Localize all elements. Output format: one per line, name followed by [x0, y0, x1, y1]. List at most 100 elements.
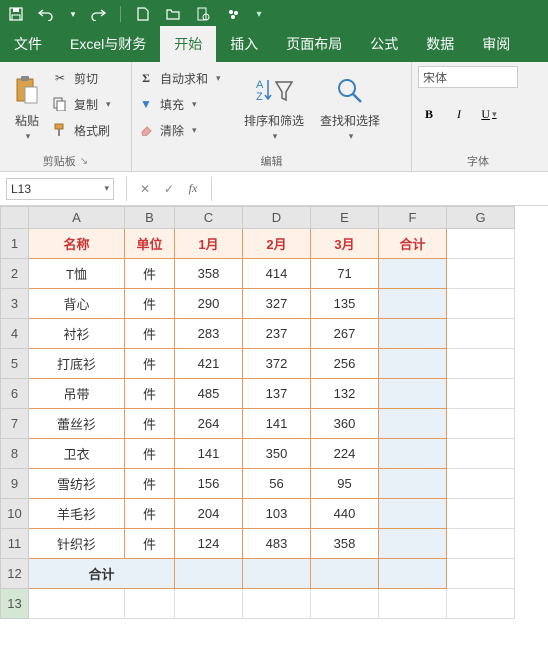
cell[interactable]: 358	[311, 529, 379, 559]
row-header[interactable]: 12	[1, 559, 29, 589]
header-cell[interactable]: 3月	[311, 229, 379, 259]
row-header[interactable]: 4	[1, 319, 29, 349]
cell[interactable]	[447, 259, 515, 289]
addin-icon[interactable]	[225, 6, 241, 22]
cut-button[interactable]: ✂ 剪切	[52, 68, 111, 88]
fx-icon[interactable]: fx	[181, 178, 205, 200]
cell[interactable]: 件	[125, 349, 175, 379]
cell[interactable]	[379, 259, 447, 289]
new-file-icon[interactable]	[135, 6, 151, 22]
italic-button[interactable]: I	[448, 104, 470, 124]
cell[interactable]	[379, 469, 447, 499]
cell[interactable]: 雪纺衫	[29, 469, 125, 499]
cell[interactable]: 132	[311, 379, 379, 409]
cell[interactable]	[175, 559, 243, 589]
spreadsheet-grid[interactable]: A B C D E F G 1 名称 单位 1月 2月 3月 合计 2T恤件35…	[0, 206, 548, 619]
row-header[interactable]: 5	[1, 349, 29, 379]
cell[interactable]: 56	[243, 469, 311, 499]
sort-filter-button[interactable]: AZ 排序和筛选▾	[238, 66, 310, 142]
row-header[interactable]: 6	[1, 379, 29, 409]
paste-button[interactable]: 粘贴 ▾	[6, 66, 48, 142]
cell[interactable]	[447, 349, 515, 379]
cell[interactable]	[379, 559, 447, 589]
col-header[interactable]: A	[29, 207, 125, 229]
copy-button[interactable]: 复制▾	[52, 94, 111, 114]
col-header[interactable]: B	[125, 207, 175, 229]
cell[interactable]: 372	[243, 349, 311, 379]
cell[interactable]: 卫衣	[29, 439, 125, 469]
underline-button[interactable]: U▾	[478, 104, 500, 124]
enter-formula-icon[interactable]: ✓	[157, 178, 181, 200]
menu-data[interactable]: 数据	[412, 26, 468, 62]
cell[interactable]: 485	[175, 379, 243, 409]
cell[interactable]: 羊毛衫	[29, 499, 125, 529]
menu-home[interactable]: 开始	[160, 26, 216, 62]
cell[interactable]	[379, 439, 447, 469]
cell[interactable]	[447, 319, 515, 349]
cell[interactable]: T恤	[29, 259, 125, 289]
cell[interactable]	[447, 559, 515, 589]
save-icon[interactable]	[8, 6, 24, 22]
name-box[interactable]: L13 ▾	[6, 178, 114, 200]
menu-excel-finance[interactable]: Excel与财务	[56, 26, 160, 62]
redo-icon[interactable]	[90, 6, 106, 22]
cell[interactable]	[447, 229, 515, 259]
total-row-label[interactable]: 合计	[29, 559, 175, 589]
cell[interactable]: 件	[125, 379, 175, 409]
select-all-corner[interactable]	[1, 207, 29, 229]
fill-button[interactable]: ▼ 填充▾	[138, 94, 234, 114]
cell[interactable]	[379, 349, 447, 379]
cell[interactable]: 360	[311, 409, 379, 439]
cell[interactable]: 264	[175, 409, 243, 439]
cell[interactable]: 蕾丝衫	[29, 409, 125, 439]
row-header[interactable]: 3	[1, 289, 29, 319]
cell[interactable]: 件	[125, 319, 175, 349]
row-header[interactable]: 10	[1, 499, 29, 529]
header-cell[interactable]: 单位	[125, 229, 175, 259]
cell[interactable]: 135	[311, 289, 379, 319]
cell[interactable]: 256	[311, 349, 379, 379]
cell[interactable]: 224	[311, 439, 379, 469]
cancel-formula-icon[interactable]: ✕	[133, 178, 157, 200]
cell[interactable]	[379, 589, 447, 619]
cell[interactable]	[379, 289, 447, 319]
cell[interactable]: 358	[175, 259, 243, 289]
cell[interactable]	[311, 589, 379, 619]
cell[interactable]: 打底衫	[29, 349, 125, 379]
cell[interactable]: 件	[125, 409, 175, 439]
autosum-button[interactable]: Σ 自动求和▾	[138, 68, 234, 88]
bold-button[interactable]: B	[418, 104, 440, 124]
format-painter-button[interactable]: 格式刷	[52, 120, 111, 140]
cell[interactable]: 156	[175, 469, 243, 499]
cell[interactable]: 237	[243, 319, 311, 349]
find-select-button[interactable]: 查找和选择▾	[314, 66, 386, 142]
cell[interactable]: 件	[125, 499, 175, 529]
open-file-icon[interactable]	[165, 6, 181, 22]
cell[interactable]	[379, 379, 447, 409]
cell[interactable]: 290	[175, 289, 243, 319]
cell[interactable]: 针织衫	[29, 529, 125, 559]
cell[interactable]	[447, 289, 515, 319]
dialog-launcher-icon[interactable]: ↘	[80, 156, 88, 167]
cell[interactable]: 件	[125, 289, 175, 319]
menu-file[interactable]: 文件	[0, 26, 56, 62]
qat-customize-icon[interactable]: ▾	[255, 6, 263, 22]
header-cell[interactable]: 合计	[379, 229, 447, 259]
cell[interactable]	[379, 409, 447, 439]
col-header[interactable]: D	[243, 207, 311, 229]
chevron-down-icon[interactable]: ▾	[104, 183, 109, 194]
cell[interactable]: 141	[175, 439, 243, 469]
cell[interactable]: 124	[175, 529, 243, 559]
cell[interactable]: 71	[311, 259, 379, 289]
formula-input[interactable]	[218, 178, 548, 200]
cell[interactable]	[379, 529, 447, 559]
cell[interactable]	[379, 499, 447, 529]
header-cell[interactable]: 1月	[175, 229, 243, 259]
menu-page-layout[interactable]: 页面布局	[272, 26, 356, 62]
font-name-combo[interactable]: 宋体	[418, 66, 518, 88]
col-header[interactable]: G	[447, 207, 515, 229]
row-header[interactable]: 8	[1, 439, 29, 469]
cell[interactable]: 件	[125, 439, 175, 469]
cell[interactable]: 327	[243, 289, 311, 319]
cell[interactable]	[447, 529, 515, 559]
